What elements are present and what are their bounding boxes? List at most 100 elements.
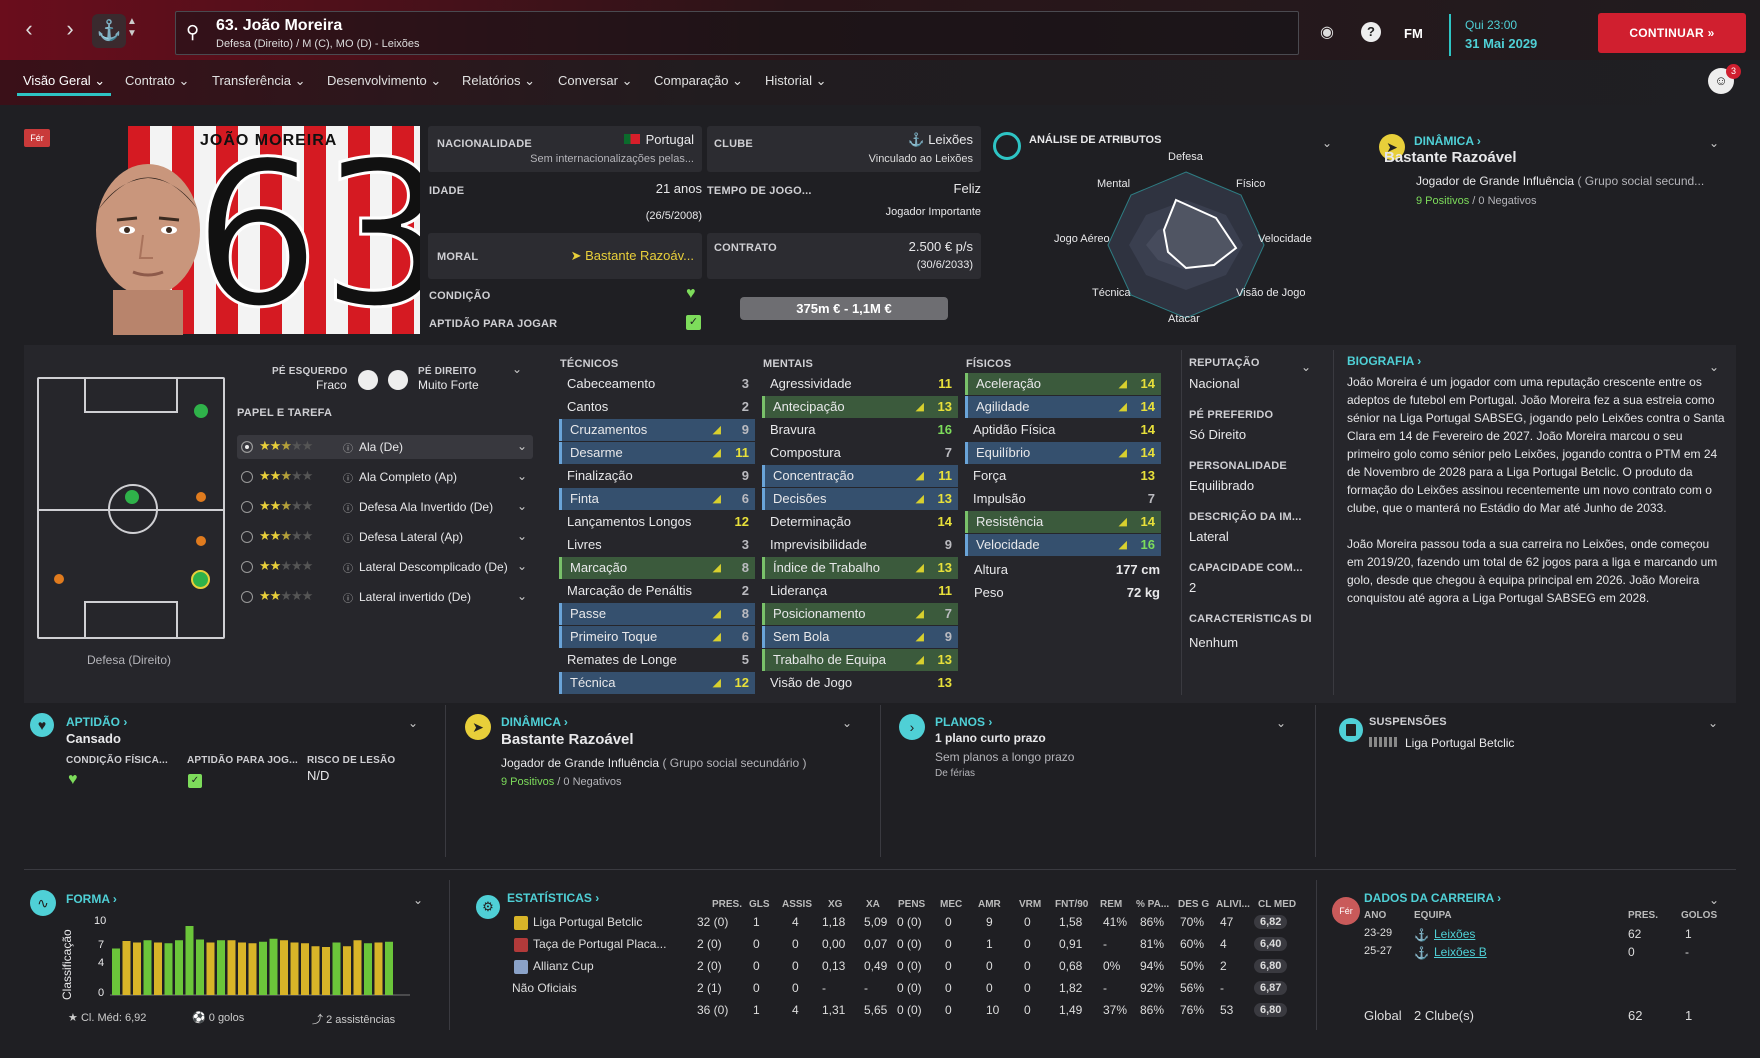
tab-comparison[interactable]: Comparação ⌄ — [654, 73, 743, 89]
plans-title-link[interactable]: PLANOS › — [935, 715, 992, 729]
chevron-down-icon[interactable]: ⌄ — [1708, 716, 1718, 730]
form-bar[interactable] — [143, 940, 152, 995]
form-bar[interactable] — [133, 942, 141, 996]
form-bar[interactable] — [238, 942, 246, 996]
form-bar[interactable] — [353, 940, 362, 995]
tab-talk[interactable]: Conversar ⌄ — [558, 73, 632, 89]
chevron-down-icon[interactable]: ⌄ — [1276, 716, 1286, 730]
role-row[interactable]: ★★★★★ ⓘ Ala Completo (Ap) ⌄ — [237, 465, 533, 489]
contract-box[interactable]: CONTRATO 2.500 € p/s (30/6/2033) — [707, 233, 981, 279]
info-icon[interactable]: ⓘ — [343, 470, 353, 485]
chevron-down-icon[interactable]: ⌄ — [517, 499, 527, 513]
form-bar[interactable] — [196, 939, 204, 996]
tab-development[interactable]: Desenvolvimento ⌄ — [327, 73, 441, 89]
chevron-down-icon[interactable]: ⌄ — [517, 439, 527, 453]
transfer-value-bar[interactable]: 375m € - 1,1M € — [740, 297, 948, 320]
role-radio[interactable] — [241, 561, 253, 573]
form-bar[interactable] — [164, 943, 173, 995]
chevron-down-icon[interactable]: ⌄ — [517, 559, 527, 573]
role-row[interactable]: ★★★★★ ⓘ Lateral invertido (De) ⌄ — [237, 585, 533, 609]
role-row[interactable]: ★★★★★ ⓘ Defesa Ala Invertido (De) ⌄ — [237, 495, 533, 519]
dynamics-mid-title-link[interactable]: DINÂMICA › — [501, 715, 568, 729]
chevron-down-icon[interactable]: ⌄ — [413, 893, 423, 907]
tab-overview[interactable]: Visão Geral ⌄ — [23, 73, 105, 89]
role-radio[interactable] — [241, 531, 253, 543]
form-bar[interactable] — [122, 941, 131, 995]
form-bar[interactable] — [280, 940, 288, 995]
chevron-down-icon[interactable]: ⌄ — [1301, 360, 1311, 374]
stats-competition[interactable]: Liga Portugal Betclic — [533, 915, 683, 929]
form-bar[interactable] — [185, 926, 194, 995]
form-bar[interactable] — [217, 940, 225, 995]
form-bar[interactable] — [154, 942, 162, 996]
stats-title-link[interactable]: ESTATÍSTICAS › — [507, 891, 599, 905]
role-radio[interactable] — [241, 501, 253, 513]
chevron-down-icon[interactable]: ⌄ — [517, 529, 527, 543]
club-badge-icon[interactable]: ⚓ — [92, 14, 126, 48]
form-bar[interactable] — [301, 943, 309, 995]
position-pitch[interactable] — [37, 377, 225, 639]
fm-menu-button[interactable]: FM — [1404, 26, 1423, 41]
role-row[interactable]: ★★★★★ ⓘ Defesa Lateral (Ap) ⌄ — [237, 525, 533, 549]
career-team[interactable]: Leixões — [1434, 927, 1475, 941]
chevron-down-icon[interactable]: ⌄ — [517, 589, 527, 603]
chevron-down-icon[interactable]: ⌄ — [1709, 136, 1719, 150]
continue-button[interactable]: CONTINUAR » — [1598, 13, 1746, 53]
up-down-chevron-icon[interactable]: ▲ ▼ — [127, 16, 137, 40]
form-bar[interactable] — [322, 947, 330, 995]
chevron-down-icon[interactable]: ⌄ — [842, 716, 852, 730]
form-bar[interactable] — [343, 946, 351, 995]
stats-competition[interactable]: Allianz Cup — [533, 959, 683, 973]
biography-title-link[interactable]: BIOGRAFIA › — [1347, 354, 1421, 368]
fitness-title-link[interactable]: APTIDÃO › — [66, 715, 127, 729]
tab-transfer[interactable]: Transferência ⌄ — [212, 73, 306, 89]
career-team[interactable]: Leixões B — [1434, 945, 1487, 959]
player-search-box[interactable]: ⚲ 63. João Moreira Defesa (Direito) / M … — [175, 11, 1299, 55]
form-title-link[interactable]: FORMA › — [66, 892, 117, 906]
chevron-down-icon[interactable]: ⌄ — [1709, 360, 1719, 374]
tab-contract[interactable]: Contrato ⌄ — [125, 73, 189, 89]
role-radio[interactable] — [241, 471, 253, 483]
chevron-down-icon[interactable]: ⌄ — [408, 716, 418, 730]
form-bar[interactable] — [269, 938, 278, 995]
form-bar[interactable] — [364, 943, 372, 995]
forward-arrow-icon[interactable]: › — [58, 18, 82, 42]
info-icon[interactable]: ⓘ — [343, 440, 353, 455]
role-radio[interactable] — [241, 441, 253, 453]
info-icon[interactable]: ⓘ — [343, 590, 353, 605]
info-icon[interactable]: ⓘ — [343, 560, 353, 575]
form-bar[interactable] — [112, 948, 120, 996]
form-bar[interactable] — [248, 943, 257, 995]
form-bar[interactable] — [374, 942, 383, 996]
form-bar[interactable] — [227, 940, 236, 995]
form-bar[interactable] — [259, 941, 267, 995]
chevron-down-icon[interactable]: ⌄ — [517, 469, 527, 483]
form-bar[interactable] — [311, 946, 320, 995]
nationality-box[interactable]: NACIONALIDADE Portugal Sem internacional… — [428, 126, 702, 172]
back-arrow-icon[interactable]: ‹ — [17, 18, 41, 42]
chevron-down-icon[interactable]: ⌄ — [1322, 136, 1332, 150]
tab-history[interactable]: Historial ⌄ — [765, 73, 826, 89]
help-icon[interactable]: ? — [1361, 22, 1381, 42]
form-bar[interactable] — [332, 942, 341, 996]
career-title-link[interactable]: DADOS DA CARREIRA › — [1364, 891, 1501, 905]
form-bar[interactable] — [175, 940, 183, 995]
dynamics-title-link[interactable]: DINÂMICA › — [1414, 134, 1481, 148]
date-box[interactable]: Qui 23:00 31 Mai 2029 — [1449, 14, 1589, 56]
chevron-down-icon[interactable]: ⌄ — [512, 362, 522, 376]
stats-competition[interactable]: Taça de Portugal Placa... — [533, 937, 683, 951]
brain-icon[interactable]: ◉ — [1320, 22, 1334, 42]
form-bar[interactable] — [290, 942, 299, 996]
role-row[interactable]: ★★★★★ ⓘ Ala (De) ⌄ — [237, 435, 533, 459]
stats-competition[interactable]: Não Oficiais — [512, 981, 662, 995]
info-icon[interactable]: ⓘ — [343, 530, 353, 545]
chevron-down-icon[interactable]: ⌄ — [1709, 893, 1719, 907]
info-icon[interactable]: ⓘ — [343, 500, 353, 515]
role-row[interactable]: ★★★★★ ⓘ Lateral Descomplicado (De) ⌄ — [237, 555, 533, 579]
tab-reports[interactable]: Relatórios ⌄ — [462, 73, 535, 89]
club-box[interactable]: CLUBE ⚓ Leixões Vinculado ao Leixões — [707, 126, 981, 172]
form-bar[interactable] — [385, 941, 393, 995]
role-radio[interactable] — [241, 591, 253, 603]
morale-box[interactable]: MORAL ➤ Bastante Razoáv... — [428, 233, 702, 279]
form-bar[interactable] — [206, 942, 215, 996]
